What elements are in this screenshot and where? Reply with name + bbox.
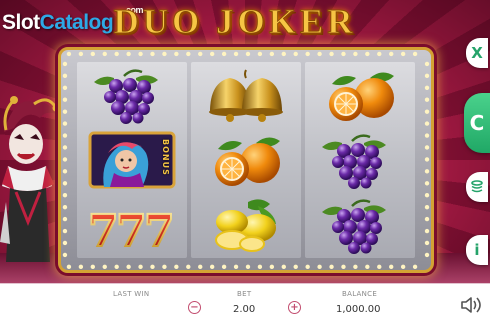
bet-decrease-button[interactable]: − xyxy=(188,301,201,314)
grapes-icon xyxy=(84,66,180,124)
plus-icon: + xyxy=(290,301,299,313)
last-win-label: LAST WIN xyxy=(113,290,150,298)
game-title-logo: DUO JOKER xyxy=(113,2,357,42)
bet-increase-button[interactable]: + xyxy=(288,301,301,314)
reel-3 xyxy=(305,62,415,258)
close-icon: X xyxy=(471,44,483,62)
scatter-bonus-icon: BONUS xyxy=(84,131,180,189)
seven-icon xyxy=(84,196,180,255)
spin-button[interactable]: C xyxy=(464,93,490,153)
lemons-icon xyxy=(198,196,294,254)
reel-2 xyxy=(191,62,301,258)
minus-icon: − xyxy=(190,301,199,313)
balance-label: BALANCE xyxy=(342,290,378,298)
oranges-icon xyxy=(312,66,408,124)
watermark-part-1: Slot xyxy=(2,11,40,34)
reels-area: BONUS xyxy=(77,62,415,258)
bells-icon xyxy=(198,66,294,124)
info-button[interactable]: i xyxy=(466,235,488,265)
grapes-icon xyxy=(312,196,408,255)
reel-frame: BONUS xyxy=(58,47,434,273)
info-icon: i xyxy=(474,241,480,259)
bet-value: 2.00 xyxy=(233,304,256,315)
joker-character-icon xyxy=(0,96,58,262)
bet-label: BET xyxy=(237,290,252,298)
close-button[interactable]: X xyxy=(466,38,488,68)
spin-icon: C xyxy=(469,111,485,135)
bonus-label: BONUS xyxy=(161,138,170,176)
grapes-icon xyxy=(312,131,408,189)
coins-icon xyxy=(471,180,483,193)
bottom-bar: LAST WIN − BET 2.00 + BALANCE 1,000.00 xyxy=(0,283,490,323)
reel-1: BONUS xyxy=(77,62,187,258)
oranges-icon xyxy=(198,131,294,189)
coins-button[interactable] xyxy=(466,172,488,202)
balance-value: 1,000.00 xyxy=(336,304,381,315)
sound-icon[interactable] xyxy=(460,296,484,314)
